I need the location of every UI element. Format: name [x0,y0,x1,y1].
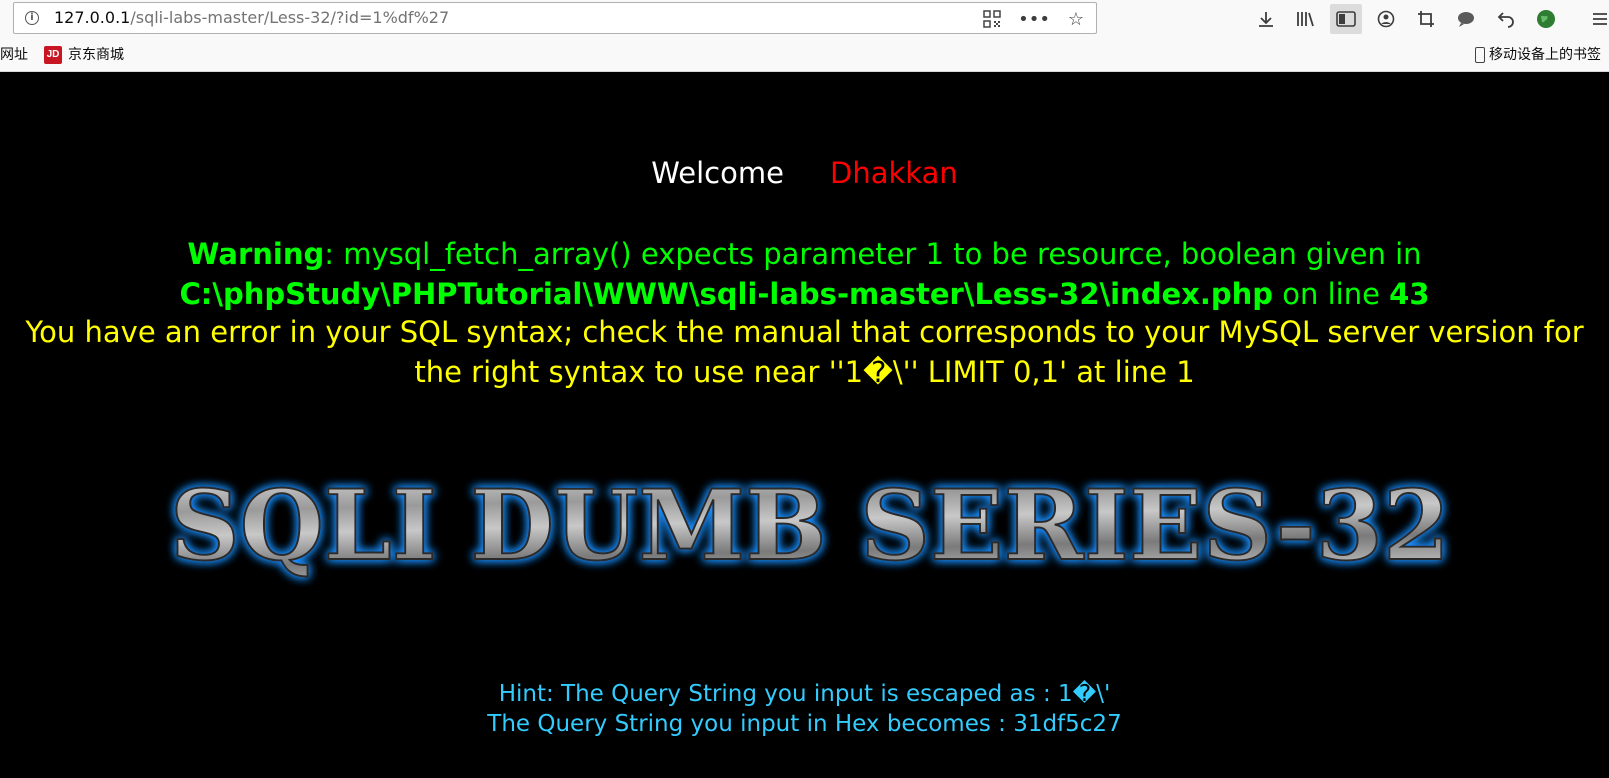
php-warning: Warning: mysql_fetch_array() expects par… [8,234,1601,314]
page-content: Welcome Dhakkan Warning: mysql_fetch_arr… [0,72,1609,778]
chat-icon[interactable] [1450,4,1482,34]
account-icon[interactable] [1370,4,1402,34]
extension-globe-icon[interactable] [1530,4,1562,34]
bookmark-mobile-label: 移动设备上的书签 [1489,47,1601,63]
url-host: 127.0.0.1 [54,8,131,27]
sqli-dumb-series-banner: SQLI DUMB SERIES-32 [169,468,1451,583]
bookmark-mobile[interactable]: 移动设备上的书签 [1475,38,1601,72]
browser-toolbar: i 127.0.0.1/sqli-labs-master/Less-32/?id… [0,0,1609,38]
bookmark-jd-label: 京东商城 [68,47,124,63]
warning-message: : mysql_fetch_array() expects parameter … [324,237,1422,271]
sql-error-message: You have an error in your SQL syntax; ch… [25,315,1584,389]
menu-hamburger-icon[interactable] [1584,4,1609,34]
welcome-label: Welcome [651,156,784,190]
bookmark-star-icon[interactable]: ☆ [1064,7,1088,31]
url-path: /sqli-labs-master/Less-32/?id=1%df%27 [130,8,450,27]
warning-label: Warning [187,237,325,271]
url-text[interactable]: 127.0.0.1/sqli-labs-master/Less-32/?id=1… [54,9,449,27]
warning-on-line: on line [1273,277,1390,311]
hint-block: Hint: The Query String you input is esca… [0,679,1609,739]
mobile-device-icon [1475,47,1485,63]
welcome-line: Welcome Dhakkan [0,156,1609,190]
sidebar-icon[interactable] [1330,4,1362,34]
screenshot-crop-icon[interactable] [1410,4,1442,34]
qr-code-icon[interactable] [980,7,1004,31]
hint-hex: The Query String you input in Hex become… [487,711,1122,737]
bookmark-jd[interactable]: JD 京东商城 [44,38,124,72]
download-icon[interactable] [1250,4,1282,34]
bookmarks-toolbar: 网址 JD 京东商城 移动设备上的书签 [0,38,1609,72]
jd-logo-icon: JD [44,46,62,64]
more-actions-icon[interactable]: ••• [1018,7,1050,31]
hint-escaped: Hint: The Query String you input is esca… [498,681,1111,707]
library-icon[interactable] [1290,4,1322,34]
info-icon[interactable]: i [25,11,39,25]
bookmark-wangzhi[interactable]: 网址 [0,38,28,72]
welcome-name: Dhakkan [830,156,958,190]
url-bar[interactable]: i 127.0.0.1/sqli-labs-master/Less-32/?id… [13,2,1097,34]
warning-path: C:\phpStudy\PHPTutorial\WWW\sqli-labs-ma… [179,277,1274,311]
banner-text: SQLI DUMB SERIES-32 [170,469,1450,582]
warning-line-number: 43 [1389,277,1430,311]
undo-icon[interactable] [1490,4,1522,34]
